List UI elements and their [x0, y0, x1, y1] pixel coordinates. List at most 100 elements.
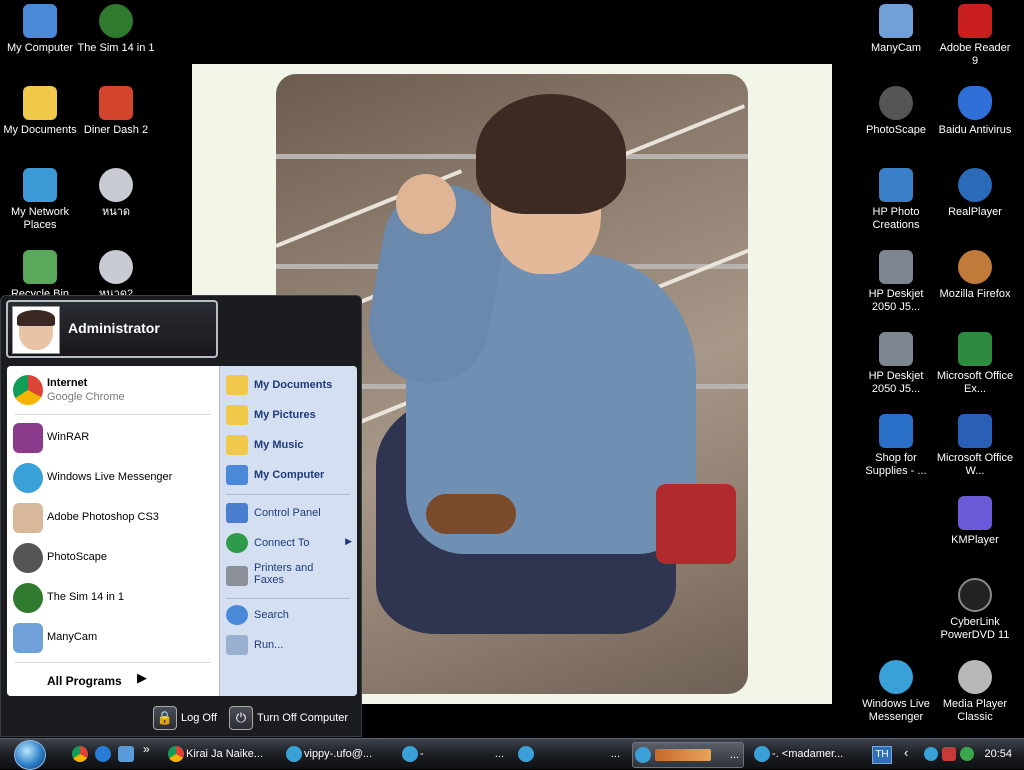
desktop-icon-realplayer[interactable]: RealPlayer — [935, 168, 1015, 219]
place-my-computer[interactable]: My Computer — [224, 462, 356, 488]
desktop-icon-baidu-antivirus[interactable]: Baidu Antivirus — [935, 86, 1015, 137]
ie-icon[interactable] — [95, 746, 111, 762]
task-label-ellipsis: ... — [729, 749, 739, 761]
program-sims[interactable]: The Sim 14 in 1 — [11, 580, 217, 616]
desktop-icon-photoscape[interactable]: PhotoScape — [856, 86, 936, 137]
place-connect-to[interactable]: Connect To ▶ — [224, 530, 356, 556]
pdf-icon — [958, 4, 992, 38]
diner-dash-icon — [99, 86, 133, 120]
chrome-icon — [168, 746, 184, 762]
alert-tray-icon[interactable] — [942, 747, 956, 761]
program-label: Windows Live Messenger — [47, 471, 173, 483]
desktop-icon-manycam[interactable]: ManyCam — [856, 4, 936, 55]
desktop-icon-excel[interactable]: Microsoft Office Ex... — [935, 332, 1015, 396]
desktop-icon-adobe-reader[interactable]: Adobe Reader 9 — [935, 4, 1015, 68]
music-folder-icon — [226, 435, 248, 455]
desktop-icon-recycle-bin[interactable]: Recycle Bin — [0, 250, 80, 301]
chrome-icon[interactable] — [72, 746, 88, 762]
place-my-music[interactable]: My Music — [224, 432, 356, 458]
task-button-messenger[interactable]: - ... — [400, 742, 508, 766]
desktop-icon-kmplayer[interactable]: KMPlayer — [935, 496, 1015, 547]
desktop-icon-hp-printer[interactable]: HP Deskjet 2050 J5... — [856, 332, 936, 396]
log-off-button[interactable]: 🔒 Log Off — [153, 706, 223, 730]
desktop-icon-sims[interactable]: The Sim 14 in 1 — [76, 4, 156, 55]
language-indicator[interactable]: TH — [872, 746, 892, 764]
start-button[interactable] — [14, 740, 46, 770]
turn-off-label: Turn Off Computer — [257, 712, 349, 724]
desktop-icon-media-player-classic[interactable]: Media Player Classic — [935, 660, 1015, 724]
desktop-icon-windows-live-messenger[interactable]: Windows Live Messenger — [856, 660, 936, 724]
start-menu: Administrator Internet Google Chrome Win… — [0, 295, 362, 737]
place-printers-faxes[interactable]: Printers and Faxes — [224, 560, 356, 594]
desktop-icon-label: หนาด — [101, 206, 131, 218]
network-icon — [23, 168, 57, 202]
messenger-icon — [635, 747, 651, 763]
desktop-icon-my-documents[interactable]: My Documents — [0, 86, 80, 137]
chevron-left-icon[interactable]: ‹ — [904, 745, 908, 760]
desktop-icon-network[interactable]: My Network Places — [0, 168, 80, 232]
task-label: vippy-.ufo@... — [304, 748, 373, 760]
task-button-messenger[interactable]: ... — [516, 742, 624, 766]
clock[interactable]: 20:54 — [984, 748, 1012, 760]
quick-launch-more[interactable]: » — [143, 742, 150, 756]
place-label: Search — [254, 609, 289, 621]
desktop-icon-label: The Sim 14 in 1 — [77, 42, 155, 54]
task-button-messenger[interactable]: -. <madamer... — [752, 742, 860, 766]
start-menu-user-header[interactable]: Administrator — [6, 300, 218, 358]
shop-icon — [879, 414, 913, 448]
messenger-icon — [754, 746, 770, 762]
divider — [226, 494, 350, 495]
desktop-icon-shop-supplies[interactable]: Shop for Supplies - ... — [856, 414, 936, 478]
pinned-internet-chrome[interactable]: Internet Google Chrome — [11, 372, 217, 408]
task-button-messenger[interactable]: vippy-.ufo@... — [284, 742, 392, 766]
program-photoshop[interactable]: Adobe Photoshop CS3 — [11, 500, 217, 536]
desktop-icon-my-computer[interactable]: My Computer — [0, 4, 80, 55]
place-my-documents[interactable]: My Documents — [224, 372, 356, 398]
start-menu-places-pane: My Documents My Pictures My Music My Com… — [219, 366, 357, 696]
window-icon[interactable] — [118, 746, 134, 762]
desktop-icon-diner-dash[interactable]: Diner Dash 2 — [76, 86, 156, 137]
place-control-panel[interactable]: Control Panel — [224, 500, 356, 526]
pinned-subtitle: Google Chrome — [47, 391, 125, 403]
program-photoscape[interactable]: PhotoScape — [11, 540, 217, 576]
manycam-icon — [879, 4, 913, 38]
program-windows-live-messenger[interactable]: Windows Live Messenger — [11, 460, 217, 496]
place-label: My Pictures — [254, 409, 316, 421]
desktop-icon-word[interactable]: Microsoft Office W... — [935, 414, 1015, 478]
all-programs-button[interactable]: All Programs — [47, 674, 122, 688]
user-name: Administrator — [68, 320, 160, 336]
task-button-messenger-active[interactable]: ... — [632, 742, 744, 768]
desktop-icon-disc2[interactable]: หนาด2 — [76, 250, 156, 301]
task-label-ellipsis: ... — [494, 748, 504, 760]
task-button-chrome[interactable]: Kirai Ja Naike... — [166, 742, 274, 766]
program-winrar[interactable]: WinRAR — [11, 420, 217, 456]
place-search[interactable]: Search — [224, 602, 356, 628]
recycle-bin-icon — [23, 250, 57, 284]
manycam-icon — [13, 623, 43, 653]
lock-icon: 🔒 — [153, 706, 177, 730]
desktop-icon-hp-photo-creations[interactable]: HP Photo Creations — [856, 168, 936, 232]
task-label: -. <madamer... — [772, 748, 844, 760]
desktop-icon-firefox[interactable]: Mozilla Firefox — [935, 250, 1015, 301]
desktop-icon-powerdvd[interactable]: CyberLink PowerDVD 11 — [935, 578, 1015, 642]
messenger-tray-icon[interactable] — [924, 747, 938, 761]
desktop-icon-label: Baidu Antivirus — [938, 124, 1012, 136]
status-tray-icon[interactable] — [960, 747, 974, 761]
place-label: Run... — [254, 639, 284, 651]
folder-icon — [23, 86, 57, 120]
excel-icon — [958, 332, 992, 366]
photo-creations-icon — [879, 168, 913, 202]
desktop-icon-hp-scanner[interactable]: HP Deskjet 2050 J5... — [856, 250, 936, 314]
turn-off-button[interactable]: ⏻ Turn Off Computer — [229, 706, 353, 730]
program-manycam[interactable]: ManyCam — [11, 620, 217, 656]
system-tray: TH ‹ 20:54 — [868, 739, 1024, 769]
desktop-icon-label: Shop for Supplies - ... — [865, 452, 927, 477]
start-menu-footer: 🔒 Log Off ⏻ Turn Off Computer — [1, 700, 361, 736]
place-run[interactable]: Run... — [224, 632, 356, 658]
avatar[interactable] — [12, 306, 60, 354]
place-my-pictures[interactable]: My Pictures — [224, 402, 356, 428]
desktop-icon-disc1[interactable]: หนาด — [76, 168, 156, 219]
disc-icon — [99, 250, 133, 284]
chrome-icon — [13, 375, 43, 405]
log-off-label: Log Off — [181, 712, 217, 724]
